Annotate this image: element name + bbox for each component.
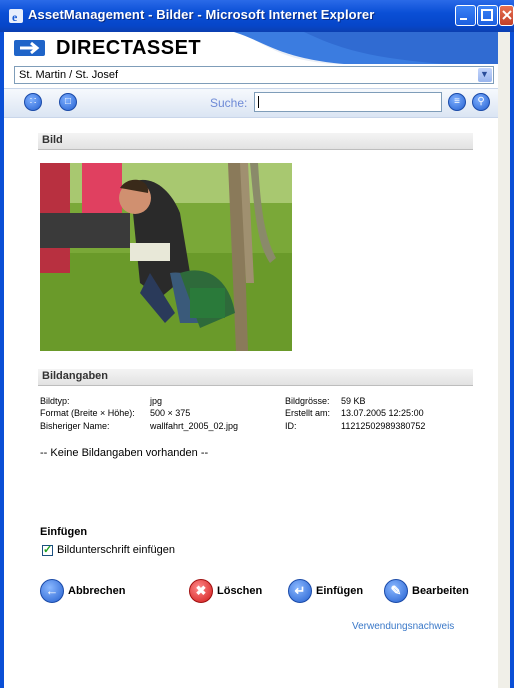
svg-text:e: e xyxy=(12,10,18,24)
field-label: ID: xyxy=(285,421,297,431)
maximize-icon xyxy=(481,9,493,21)
caption-checkbox[interactable]: ✓ xyxy=(42,544,53,556)
arrow-icon xyxy=(14,40,45,56)
filter-icon[interactable]: ≡ xyxy=(448,93,466,111)
brand-logo: DIRECTASSET xyxy=(56,37,202,59)
section-title-image: Bild xyxy=(42,134,63,146)
field-value: 11212502989380752 xyxy=(341,421,426,431)
search-icon[interactable]: ⚲ xyxy=(472,93,490,111)
browser-window: e AssetManagement - Bilder - Microsoft I… xyxy=(0,0,514,688)
caption-checkbox-label[interactable]: Bildunterschrift einfügen xyxy=(57,544,175,556)
field-value: 59 KB xyxy=(341,396,366,406)
location-select[interactable]: St. Martin / St. Josef ▼ xyxy=(14,66,494,84)
insert-icon: ↵ xyxy=(288,579,312,603)
cancel-button[interactable]: ← Abbrechen xyxy=(40,579,140,605)
window-border-right xyxy=(510,32,514,688)
maximize-button[interactable] xyxy=(477,5,498,26)
usage-report-link[interactable]: Verwendungsnachweis xyxy=(352,621,454,632)
no-info-note: -- Keine Bildangaben vorhanden -- xyxy=(40,447,209,459)
search-label: Suche: xyxy=(210,96,248,110)
close-icon xyxy=(502,10,512,20)
minimize-button[interactable] xyxy=(455,5,476,26)
grid-view-icon[interactable]: ∷ xyxy=(24,93,42,111)
delete-label: Löschen xyxy=(217,585,263,597)
window-title: AssetManagement - Bilder - Microsoft Int… xyxy=(28,7,375,22)
pencil-icon: ✎ xyxy=(384,579,408,603)
field-label: Bildtyp: xyxy=(40,396,70,406)
field-value: jpg xyxy=(150,396,163,406)
insert-button[interactable]: ↵ Einfügen xyxy=(288,579,373,605)
section-title-info: Bildangaben xyxy=(42,370,109,382)
field-label: Erstellt am: xyxy=(285,408,331,418)
location-value: St. Martin / St. Josef xyxy=(19,69,119,81)
field-value: 500 × 375 xyxy=(150,408,191,418)
edit-button[interactable]: ✎ Bearbeiten xyxy=(384,579,479,605)
insert-section-title: Einfügen xyxy=(40,526,88,538)
section-header-info: Bildangaben xyxy=(38,369,473,386)
close-button[interactable] xyxy=(499,5,514,26)
delete-button[interactable]: ✖ Löschen xyxy=(189,579,274,605)
insert-label: Einfügen xyxy=(316,585,364,597)
toolbar: ∷ □ Suche: ≡ ⚲ xyxy=(4,88,510,118)
search-input[interactable] xyxy=(254,92,442,112)
minimize-icon xyxy=(460,18,467,20)
cancel-icon: ← xyxy=(40,579,64,603)
field-value: wallfahrt_2005_02.jpg xyxy=(150,421,239,431)
field-label: Bisheriger Name: xyxy=(40,421,110,431)
text-caret xyxy=(258,96,259,108)
checkmark-icon: ✓ xyxy=(43,544,53,556)
internet-explorer-icon: e xyxy=(9,9,23,24)
asset-image xyxy=(40,163,292,351)
field-value: 13.07.2005 12:25:00 xyxy=(341,408,424,418)
field-label: Bildgrösse: xyxy=(285,396,330,406)
vertical-scrollbar[interactable] xyxy=(498,32,510,688)
cancel-label: Abbrechen xyxy=(68,585,126,597)
delete-icon: ✖ xyxy=(189,579,213,603)
field-label: Format (Breite × Höhe): xyxy=(40,408,135,418)
window-border-left xyxy=(0,32,4,688)
edit-label: Bearbeiten xyxy=(412,585,469,597)
app-header: DIRECTASSET xyxy=(4,32,510,64)
section-header-image: Bild xyxy=(38,133,473,150)
chevron-down-icon[interactable]: ▼ xyxy=(478,68,492,82)
document-icon[interactable]: □ xyxy=(59,93,77,111)
title-bar: e AssetManagement - Bilder - Microsoft I… xyxy=(0,0,514,32)
